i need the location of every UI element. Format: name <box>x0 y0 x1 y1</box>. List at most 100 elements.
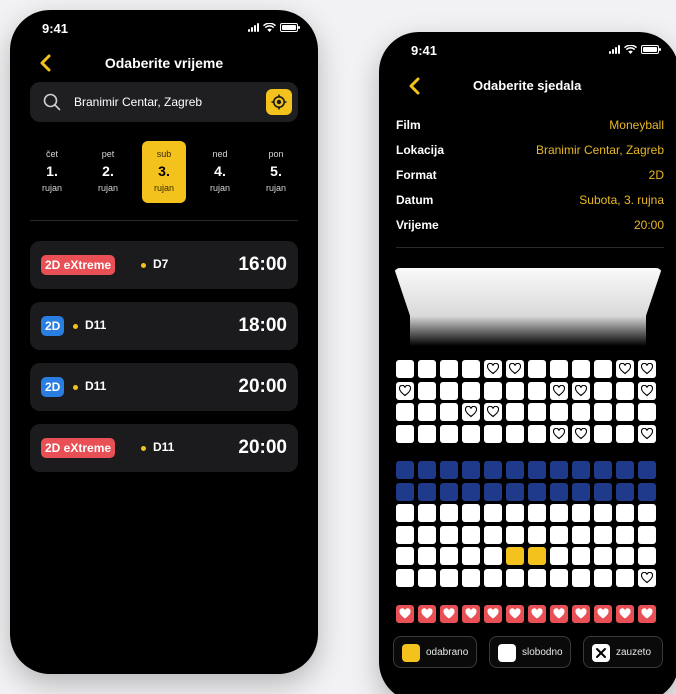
seat-free[interactable] <box>418 547 436 565</box>
seat-free[interactable] <box>462 424 480 443</box>
seat-free[interactable] <box>616 403 634 421</box>
seat-free[interactable] <box>550 504 568 522</box>
seat-love-free[interactable] <box>638 424 656 443</box>
seat-premium[interactable] <box>396 461 414 479</box>
back-button[interactable] <box>405 75 427 97</box>
seat-free[interactable] <box>506 403 524 421</box>
seat-love[interactable] <box>550 605 568 623</box>
showtime-card[interactable]: 2D D11 18:00 <box>30 302 298 350</box>
seat-premium[interactable] <box>594 461 612 479</box>
location-search-bar[interactable]: Branimir Centar, Zagreb <box>30 82 298 122</box>
seat-premium[interactable] <box>462 482 480 501</box>
day-item[interactable]: ned 4. rujan <box>198 141 242 203</box>
seat-premium[interactable] <box>418 461 436 479</box>
seat-free[interactable] <box>462 504 480 522</box>
seat-selected[interactable] <box>528 547 546 565</box>
seat-free[interactable] <box>550 547 568 565</box>
seat-love[interactable] <box>506 605 524 623</box>
seat-premium[interactable] <box>484 482 502 501</box>
seat-free[interactable] <box>418 403 436 421</box>
seat-free[interactable] <box>528 568 546 587</box>
seat-free[interactable] <box>594 568 612 587</box>
seat-free[interactable] <box>616 525 634 544</box>
seat-free[interactable] <box>616 547 634 565</box>
seat-free[interactable] <box>616 381 634 400</box>
seat-free[interactable] <box>572 403 590 421</box>
seat-free[interactable] <box>396 360 414 378</box>
seat-premium[interactable] <box>396 482 414 501</box>
seat-free[interactable] <box>528 381 546 400</box>
seat-love-free[interactable] <box>506 360 524 378</box>
day-item[interactable]: čet 1. rujan <box>30 141 74 203</box>
day-item[interactable]: pon 5. rujan <box>254 141 298 203</box>
seat-love-free[interactable] <box>572 381 590 400</box>
seat-love-free[interactable] <box>396 381 414 400</box>
showtime-card[interactable]: 2D eXtreme D11 20:00 <box>30 424 298 472</box>
seat-free[interactable] <box>440 360 458 378</box>
seat-free[interactable] <box>616 424 634 443</box>
seat-premium[interactable] <box>484 461 502 479</box>
seat-selected[interactable] <box>506 547 524 565</box>
seat-premium[interactable] <box>418 482 436 501</box>
seat-free[interactable] <box>462 360 480 378</box>
seat-premium[interactable] <box>572 482 590 501</box>
seat-love[interactable] <box>572 605 590 623</box>
day-item[interactable]: pet 2. rujan <box>86 141 130 203</box>
seat-love-free[interactable] <box>638 568 656 587</box>
seat-love-free[interactable] <box>572 424 590 443</box>
seat-love[interactable] <box>594 605 612 623</box>
seat-free[interactable] <box>418 568 436 587</box>
seat-premium[interactable] <box>506 482 524 501</box>
seat-free[interactable] <box>506 504 524 522</box>
day-item-selected[interactable]: sub 3. rujan <box>142 141 186 203</box>
seat-premium[interactable] <box>550 482 568 501</box>
showtime-card[interactable]: 2D eXtreme D7 16:00 <box>30 241 298 289</box>
seat-free[interactable] <box>440 504 458 522</box>
seat-free[interactable] <box>396 403 414 421</box>
seat-free[interactable] <box>594 547 612 565</box>
seat-free[interactable] <box>506 568 524 587</box>
seat-premium[interactable] <box>528 461 546 479</box>
seat-free[interactable] <box>396 525 414 544</box>
seat-free[interactable] <box>638 403 656 421</box>
seat-free[interactable] <box>594 360 612 378</box>
seat-love-free[interactable] <box>638 360 656 378</box>
seat-free[interactable] <box>418 381 436 400</box>
seat-free[interactable] <box>572 504 590 522</box>
seat-love-free[interactable] <box>484 360 502 378</box>
seat-premium[interactable] <box>616 461 634 479</box>
seat-free[interactable] <box>506 424 524 443</box>
seat-free[interactable] <box>462 568 480 587</box>
seat-free[interactable] <box>638 525 656 544</box>
seat-free[interactable] <box>396 568 414 587</box>
seat-free[interactable] <box>550 525 568 544</box>
seat-premium[interactable] <box>638 482 656 501</box>
seat-free[interactable] <box>484 424 502 443</box>
seat-free[interactable] <box>462 547 480 565</box>
seat-free[interactable] <box>572 360 590 378</box>
seat-free[interactable] <box>484 381 502 400</box>
seat-free[interactable] <box>506 525 524 544</box>
seat-premium[interactable] <box>440 482 458 501</box>
seat-love[interactable] <box>440 605 458 623</box>
seat-free[interactable] <box>528 403 546 421</box>
seat-free[interactable] <box>506 381 524 400</box>
seat-love-free[interactable] <box>484 403 502 421</box>
seat-free[interactable] <box>484 568 502 587</box>
seat-free[interactable] <box>462 381 480 400</box>
seat-free[interactable] <box>616 568 634 587</box>
seat-premium[interactable] <box>462 461 480 479</box>
seat-free[interactable] <box>440 525 458 544</box>
seat-love-free[interactable] <box>550 424 568 443</box>
seat-love[interactable] <box>638 605 656 623</box>
seat-free[interactable] <box>572 525 590 544</box>
seat-free[interactable] <box>484 504 502 522</box>
seat-free[interactable] <box>572 568 590 587</box>
seat-free[interactable] <box>572 547 590 565</box>
seat-love-free[interactable] <box>462 403 480 421</box>
seat-free[interactable] <box>638 547 656 565</box>
seat-love[interactable] <box>616 605 634 623</box>
seat-free[interactable] <box>440 424 458 443</box>
location-search-value[interactable]: Branimir Centar, Zagreb <box>74 95 202 109</box>
seat-free[interactable] <box>396 424 414 443</box>
